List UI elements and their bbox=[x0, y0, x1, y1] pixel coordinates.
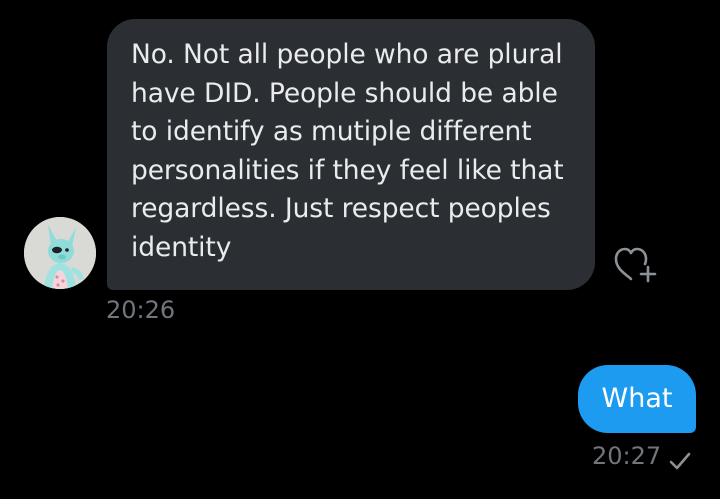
message-line: regardless. Just respect peoples bbox=[131, 193, 551, 224]
message-line: have DID. People should be able bbox=[131, 77, 558, 109]
received-message-timestamp: 20:26 bbox=[106, 296, 176, 324]
sender-avatar[interactable] bbox=[24, 217, 96, 289]
message-line: to identify as mutiple different bbox=[131, 116, 532, 147]
message-line: identity bbox=[131, 231, 232, 263]
cartoon-creature-avatar-icon bbox=[24, 217, 96, 289]
heart-plus-icon bbox=[614, 247, 657, 283]
message-line: personalities if they feel like that bbox=[131, 154, 564, 186]
react-heart-plus-button[interactable] bbox=[612, 245, 662, 285]
message-line: No. Not all people who are plural bbox=[131, 39, 563, 70]
sent-message-bubble[interactable]: What bbox=[578, 365, 696, 433]
sent-message-timestamp: 20:27 bbox=[592, 442, 662, 470]
received-message-bubble[interactable]: No. Not all people who are plural have D… bbox=[107, 19, 595, 290]
check-icon bbox=[669, 452, 691, 470]
